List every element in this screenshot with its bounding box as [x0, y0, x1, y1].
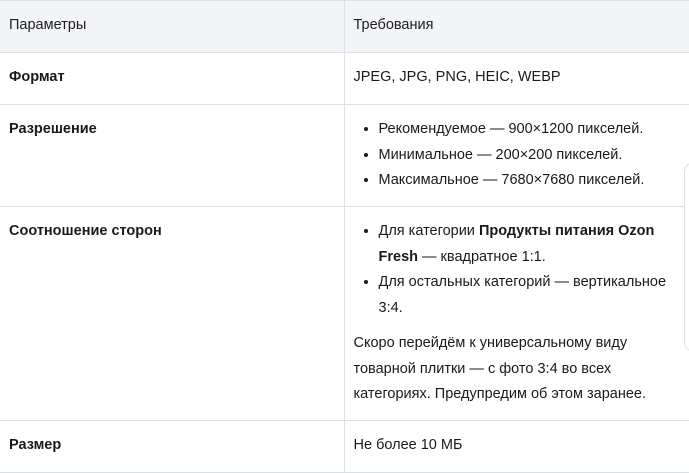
list-item-other: Для остальных категорий — вертикальное 3…	[379, 270, 681, 321]
fresh-suffix: — квадратное 1:1.	[418, 248, 546, 265]
param-cell: Разрешение	[0, 104, 345, 207]
size-value: Не более 10 МБ	[353, 436, 463, 453]
param-name-format: Формат	[9, 69, 65, 85]
table-body: Формат JPEG, JPG, PNG, HEIC, WEBP Разреш…	[0, 52, 689, 473]
param-cell: Размер	[0, 420, 345, 473]
list-item-maximum: Максимальное — 7680×7680 пикселей.	[379, 168, 681, 194]
requirement-cell: Для категории Продукты питания Ozon Fres…	[344, 206, 689, 421]
fresh-prefix: Для категории	[378, 223, 479, 239]
side-panel-tab[interactable]	[684, 162, 689, 352]
requirement-cell: JPEG, JPG, PNG, HEIC, WEBP	[344, 52, 689, 105]
requirements-table: Параметры Требования Формат JPEG, JPG, P…	[0, 0, 689, 473]
format-value: JPEG, JPG, PNG, HEIC, WEBP	[353, 69, 561, 85]
param-name-size: Размер	[9, 436, 62, 453]
list-item-fresh: Для категории Продукты питания Ozon Fres…	[379, 219, 681, 270]
list-item-minimum: Минимальное — 200×200 пикселей.	[379, 143, 681, 169]
param-cell: Формат	[0, 52, 345, 105]
table-row-size: Размер Не более 10 МБ	[0, 420, 689, 473]
table-header: Параметры Требования	[0, 0, 689, 53]
table-row-aspect-ratio: Соотношение сторон Для категории Продукт…	[0, 206, 689, 421]
param-name-aspect-ratio: Соотношение сторон	[9, 223, 162, 239]
requirement-cell: Рекомендуемое — 900×1200 пикселей. Миним…	[344, 104, 689, 207]
param-cell: Соотношение сторон	[0, 206, 345, 421]
requirement-cell: Не более 10 МБ	[344, 420, 689, 473]
list-item-recommended: Рекомендуемое — 900×1200 пикселей.	[379, 117, 681, 143]
table-row-resolution: Разрешение Рекомендуемое — 900×1200 пикс…	[0, 104, 689, 207]
aspect-ratio-list: Для категории Продукты питания Ozon Fres…	[354, 219, 681, 321]
aspect-ratio-note: Скоро перейдём к универсальному виду тов…	[353, 335, 647, 402]
header-params: Параметры	[0, 0, 345, 53]
table-row-format: Формат JPEG, JPG, PNG, HEIC, WEBP	[0, 52, 689, 105]
param-name-resolution: Разрешение	[9, 121, 97, 137]
header-row: Параметры Требования	[0, 0, 689, 53]
resolution-list: Рекомендуемое — 900×1200 пикселей. Миним…	[354, 117, 681, 194]
header-requirements: Требования	[344, 0, 689, 53]
